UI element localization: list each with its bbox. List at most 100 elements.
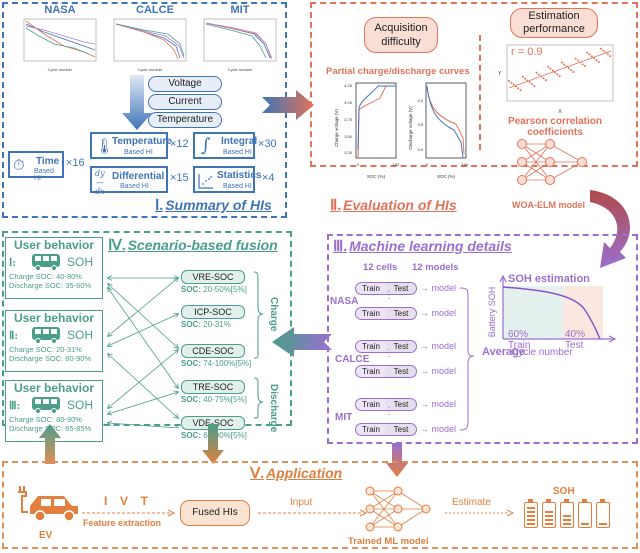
series-calce-35	[115, 23, 181, 59]
section-title-5: Ⅴ. Application	[250, 464, 342, 483]
scatter-point	[526, 79, 529, 82]
hi-time-sub: Based HI	[34, 168, 54, 182]
hi-differential: dy — dx Differential Based HI	[90, 166, 168, 196]
discharge-label: Discharge	[268, 384, 279, 433]
svg-text:0: 0	[426, 162, 429, 167]
fused-his-box: Fused HIs	[180, 500, 250, 526]
scatter-point	[604, 51, 607, 54]
scatter-point	[560, 61, 563, 64]
ellipsis-dots: ⋮	[384, 290, 394, 301]
charge-voltage-chart: Charge voltage (V) 4.25 4.00 3.75 3.50 3…	[334, 82, 400, 179]
train-test-pill: Train Test	[355, 307, 417, 320]
train-test-pill: Train Test	[355, 423, 417, 436]
trained-model-label: Trained ML model	[348, 536, 429, 547]
scatter-point	[581, 63, 584, 66]
scatter-point	[577, 59, 579, 62]
train-label: Train	[362, 309, 380, 318]
user-behavior-box: User behavior Ⅱ: SOH Charge SOC: 20-31% …	[5, 310, 103, 372]
charge-discharge-braces	[253, 271, 264, 419]
ml-dataset-nasa: NASA	[330, 296, 359, 307]
hi-temperature: 🌡 Temperature Based HI	[90, 132, 172, 159]
scatter-point	[558, 75, 561, 78]
model-output: → model	[420, 366, 457, 376]
svg-text:3.25: 3.25	[344, 150, 353, 155]
series-calce-38	[115, 23, 185, 57]
arrow-ev-to-user-icon	[39, 424, 61, 464]
pearson-r-label: r = 0.9	[511, 46, 543, 58]
section-title-text-5: Application	[266, 465, 343, 481]
model-output: → model	[420, 283, 457, 293]
battery-icon	[578, 499, 592, 528]
estimate-label: Estimate	[452, 497, 491, 508]
capacity-charts: Cycle number Cycle number Cycle number	[23, 18, 277, 72]
scatter-point	[600, 47, 602, 50]
user-behavior-box: User behavior Ⅰ: SOH Charge SOC: 40-80% …	[5, 237, 103, 299]
chart-nasa: Cycle number	[23, 18, 97, 72]
user-behavior-title: User behavior	[13, 381, 95, 395]
section-roman-5: Ⅴ.	[250, 466, 265, 482]
input-arrow-icon	[258, 509, 368, 517]
hi-differential-label: Differential	[112, 171, 165, 182]
series-discharge-cycle104	[426, 85, 464, 159]
scatter-point	[595, 59, 598, 62]
charge-soc-range: Charge SOC: 80-90%	[9, 415, 82, 424]
hi-statistics-sub: Based HI	[223, 183, 252, 190]
model-output: → model	[420, 399, 457, 409]
series-mit-b17	[205, 22, 272, 59]
cells-label: 12 cells	[363, 262, 398, 273]
series-mit-b0	[205, 22, 271, 59]
svg-text:3.0: 3.0	[417, 147, 423, 152]
signal-current: Current	[148, 94, 222, 110]
soh-label: SOH	[67, 328, 94, 342]
hi-temperature-count: ×12	[170, 138, 189, 150]
feature-extraction-label: Feature extraction	[83, 518, 162, 528]
section-roman-1: Ⅰ.	[155, 198, 164, 214]
hi-statistics-count: ×4	[262, 172, 275, 184]
section-title-text-4: Scenario-based fusion	[127, 237, 278, 253]
discharge-ylabel: Discharge voltage (V)	[408, 106, 413, 150]
battery-icon	[560, 499, 574, 528]
section-roman-2: Ⅱ.	[330, 198, 342, 214]
chart-mit: Cycle number	[203, 18, 277, 72]
battery-icon	[524, 499, 538, 528]
feature-arrow-icon	[82, 509, 176, 517]
stopwatch-icon: ⏱	[13, 157, 25, 174]
scatter-point	[593, 57, 596, 60]
scatter-point	[521, 75, 524, 78]
section-roman-4: Ⅳ.	[108, 238, 126, 254]
train-label: Train	[362, 425, 380, 434]
section-title-text-1: Summary of HIs	[165, 197, 272, 213]
scatter-point	[542, 77, 545, 80]
svg-text:0: 0	[357, 162, 360, 167]
series-charge-cycle104	[357, 85, 396, 151]
scatter-point	[590, 55, 593, 58]
model-word: model	[431, 308, 457, 318]
section-title-4: Ⅳ. Scenario-based fusion	[108, 236, 278, 255]
estimate-arrow-icon	[445, 509, 515, 517]
section-title-2: Ⅱ. Evaluation of HIs	[330, 196, 457, 215]
scatter-point	[597, 61, 600, 64]
signal-temperature: Temperature	[148, 112, 222, 128]
scatter-point	[609, 55, 612, 58]
charge-ylabel: Charge voltage (V)	[334, 109, 339, 147]
charge-soc-range: Charge SOC: 20-31%	[9, 345, 82, 354]
model-output: → model	[420, 424, 457, 434]
model-word: model	[431, 366, 457, 376]
svg-text:100: 100	[393, 162, 400, 167]
discharge-xlabel: SOC (%)	[437, 174, 456, 179]
section-title-text-3: Machine learning details	[349, 238, 512, 254]
scatter-point	[544, 79, 547, 82]
svg-text:3.75: 3.75	[344, 117, 353, 122]
ellipsis-dots: ⋮	[384, 348, 394, 359]
models-label: 12 models	[412, 262, 459, 273]
scatter-point	[519, 89, 522, 92]
soh-xlabel: Cycle number	[511, 347, 573, 358]
charge-label: Charge	[268, 297, 279, 332]
derivative-icon: dy — dx	[95, 169, 105, 196]
train-label: Train	[362, 367, 380, 376]
discharge-soc-range: Discharge SOC: 35-60%	[9, 281, 92, 290]
charge-xlabel: SOC (%)	[367, 174, 386, 179]
mit-xlabel: Cycle number	[228, 67, 253, 72]
bus-icon	[32, 327, 60, 344]
hi-statistics: Statistics Based HI	[193, 166, 261, 193]
